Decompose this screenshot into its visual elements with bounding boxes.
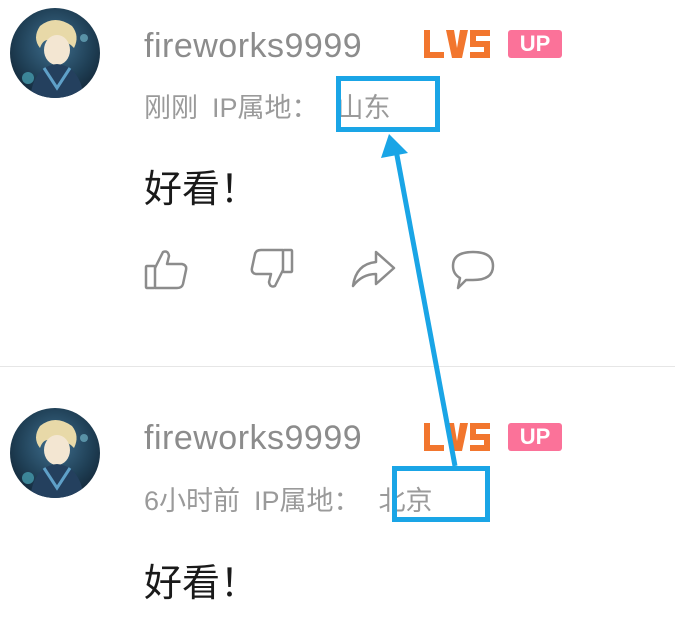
level-badge <box>424 423 490 451</box>
comment-text: 好看！ <box>144 563 259 605</box>
comment-time: 刚刚 <box>144 93 198 123</box>
ip-label: IP属地： <box>254 486 361 516</box>
comment-meta: 6小时前 IP属地： 北京 <box>144 479 433 518</box>
thumbs-up-icon[interactable] <box>142 244 192 294</box>
username[interactable]: fireworks9999 <box>144 419 362 458</box>
up-badge: UP <box>508 423 562 451</box>
username[interactable]: fireworks9999 <box>144 27 362 66</box>
level-badge <box>424 30 490 58</box>
comment-text: 好看！ <box>144 169 259 211</box>
avatar[interactable] <box>10 408 100 498</box>
reply-icon[interactable] <box>448 244 498 294</box>
avatar[interactable] <box>10 8 100 98</box>
up-badge: UP <box>508 30 562 58</box>
ip-label: IP属地： <box>212 93 319 123</box>
divider <box>0 366 675 367</box>
thumbs-down-icon[interactable] <box>246 244 296 294</box>
ip-location-highlight-box <box>336 76 440 132</box>
share-icon[interactable] <box>348 244 398 294</box>
comment-time: 6小时前 <box>144 486 241 516</box>
ip-location-highlight-box <box>392 466 490 522</box>
